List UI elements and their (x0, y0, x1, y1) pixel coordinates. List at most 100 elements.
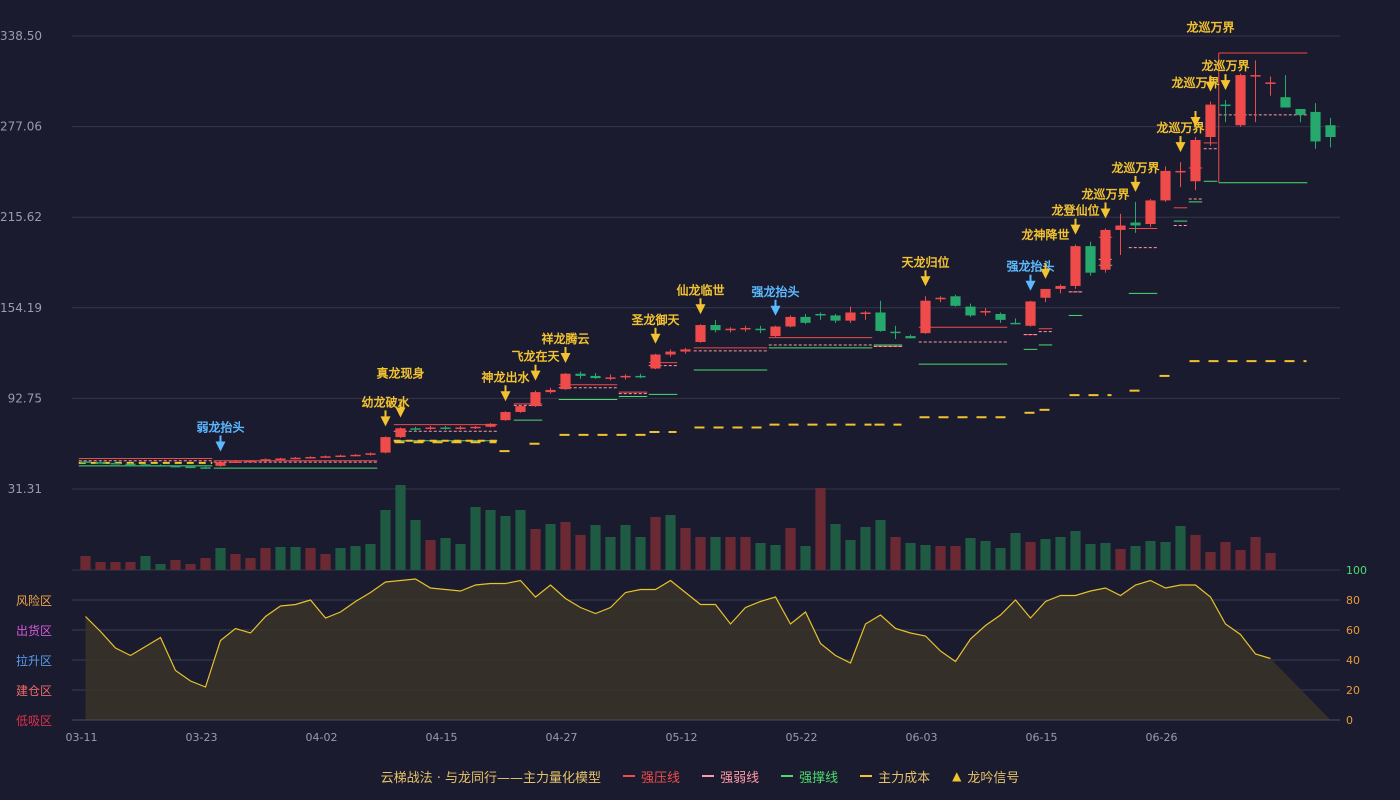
candle-body (1145, 200, 1156, 225)
candle-body (350, 454, 361, 457)
candle-body (725, 328, 736, 331)
candle-body (755, 328, 766, 331)
volume-bar (770, 545, 781, 570)
volume-bar (740, 537, 751, 570)
signal-label: 龙神降世 (1021, 227, 1069, 242)
candle-body (1325, 125, 1336, 138)
candle-body (125, 463, 136, 466)
candle-body (1205, 104, 1216, 138)
candle-body (260, 459, 271, 461)
volume-bar (410, 520, 421, 570)
candle-body (650, 354, 661, 369)
date-tick-label: 05-22 (786, 731, 818, 744)
candle-body (590, 375, 601, 379)
volume-bar (560, 522, 571, 570)
volume-bar (1265, 553, 1276, 570)
volume-bar (530, 529, 541, 570)
volume-bar (1115, 549, 1126, 570)
volume-bar (515, 510, 526, 570)
candle-body (1220, 104, 1231, 107)
volume-bar (380, 510, 391, 570)
candle-body (275, 458, 286, 460)
volume-bar (1040, 539, 1051, 570)
volume-bar (785, 528, 796, 570)
candle-body (365, 453, 376, 455)
legend-item-support[interactable]: 强撑线 (781, 767, 838, 786)
volume-bar (1235, 550, 1246, 570)
volume-bar (620, 525, 631, 570)
volume-bar (230, 554, 241, 570)
legend-item-signal[interactable]: ▲ 龙吟信号 (952, 767, 1019, 786)
volume-bar (1220, 542, 1231, 570)
zone-label: 建仓区 (16, 684, 52, 698)
volume-bar (845, 540, 856, 570)
volume-bar (575, 535, 586, 570)
candle-body (1100, 229, 1111, 270)
candle-body (1130, 222, 1141, 226)
candle-body (935, 297, 946, 300)
candle-body (1025, 301, 1036, 326)
volume-bar (305, 548, 316, 570)
volume-bar (185, 564, 196, 570)
candle-body (140, 464, 151, 466)
volume-bar (665, 515, 676, 570)
legend-item-cost[interactable]: 主力成本 (860, 767, 930, 786)
candle-body (1085, 246, 1096, 273)
volume-bar (1205, 552, 1216, 570)
volume-bar (1250, 537, 1261, 570)
date-tick-label: 06-15 (1026, 731, 1058, 744)
volume-bar (950, 546, 961, 570)
signal-label: 龙登仙位 (1051, 203, 1099, 218)
volume-bar (215, 548, 226, 570)
volume-bar (1100, 543, 1111, 570)
volume-bar (935, 546, 946, 570)
candle-body (545, 389, 556, 393)
volume-bar (905, 543, 916, 570)
volume-bar (440, 538, 451, 570)
volume-bar (830, 524, 841, 570)
date-tick-label: 06-26 (1146, 731, 1178, 744)
osc-tick-label: 20 (1346, 684, 1360, 697)
candle-body (425, 427, 436, 430)
candle-body (470, 426, 481, 429)
candle-body (305, 457, 316, 459)
legend-item-weak[interactable]: 强弱线 (702, 767, 759, 786)
volume-bar (170, 560, 181, 570)
volume-bar (335, 548, 346, 570)
candle-body (320, 456, 331, 458)
candle-body (170, 465, 181, 468)
candle-body (1310, 111, 1321, 142)
volume-bar (680, 528, 691, 570)
candle-body (1190, 139, 1201, 182)
volume-bar (200, 558, 211, 570)
volume-bar (815, 488, 826, 570)
candle-body (635, 375, 646, 378)
candle-body (575, 373, 586, 376)
volume-bar (875, 520, 886, 570)
legend-label-cost: 主力成本 (878, 770, 931, 786)
zone-label: 拉升区 (16, 653, 52, 668)
volume-bar (545, 524, 556, 570)
volume-bar (650, 517, 661, 570)
volume-bar (920, 545, 931, 570)
signal-label: 强龙抬头 (751, 284, 799, 299)
candle-body (1070, 246, 1081, 286)
price-tick-label: 31.31 (8, 482, 42, 496)
candle-body (560, 373, 571, 390)
legend-label-support: 强撑线 (799, 770, 839, 786)
signal-label: 天龙归位 (901, 254, 949, 269)
legend-item-resist[interactable]: 强压线 (623, 767, 680, 786)
legend-label-resist: 强压线 (641, 770, 681, 786)
signal-label: 圣龙御天 (630, 312, 680, 327)
volume-bar (590, 525, 601, 570)
candle-body (1055, 285, 1066, 289)
signal-label: 弱龙抬头 (196, 419, 244, 434)
volume-bar (485, 510, 496, 570)
candle-body (185, 466, 196, 469)
signal-label: 龙巡万界 (1111, 160, 1159, 175)
price-tick-label: 215.62 (0, 210, 42, 224)
volume-bar (605, 537, 616, 570)
volume-bar (1130, 546, 1141, 570)
candle-body (230, 461, 241, 463)
candle-body (515, 406, 526, 413)
